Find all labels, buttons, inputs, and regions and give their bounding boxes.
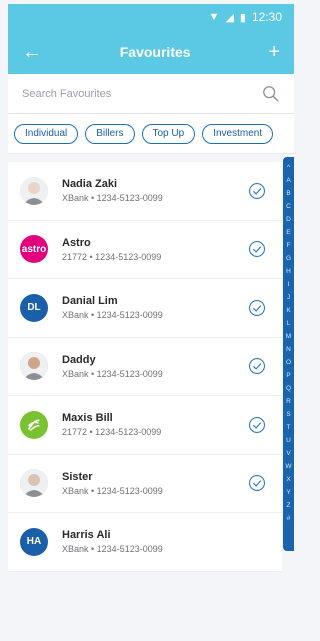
contact-info: Nadia Zaki XBank • 1234-5123-0099 [62,178,248,203]
list-item[interactable]: Sister XBank • 1234-5123-0099 [8,455,282,513]
contact-name: Sister [62,470,93,483]
wifi-icon: ▼ [208,11,220,23]
contact-account: XBank • 1234-5123-0099 [62,485,163,496]
alphabet-letter[interactable]: E [286,226,290,239]
person-photo-icon [20,469,48,498]
contact-name: Harris Ali [62,529,111,542]
alphabet-letter[interactable]: # [287,512,291,525]
alphabet-letter[interactable]: P [286,369,290,382]
alphabet-letter[interactable]: Q [286,382,291,395]
check-circle-icon[interactable] [248,299,266,317]
search-icon[interactable] [262,85,280,103]
contact-name: Astro [62,236,91,249]
battery-icon: ▮ [239,11,246,24]
list-item[interactable]: Nadia Zaki XBank • 1234-5123-0099 [8,162,282,221]
list-item[interactable]: HA Harris Ali XBank • 1234-5123-0099 [8,513,282,572]
alphabet-letter[interactable]: X [286,473,290,486]
alphabet-letter[interactable]: F [287,239,291,252]
contact-info: Harris Ali XBank • 1234-5123-0099 [62,529,272,554]
alphabet-letter[interactable]: W [285,460,291,473]
alphabet-letter[interactable]: M [286,330,291,343]
check-circle-icon[interactable] [248,182,266,200]
alphabet-letter[interactable]: B [286,187,290,200]
page-title: Favourites [119,44,191,60]
alphabet-letter[interactable]: N [286,343,291,356]
contact-account: XBank • 1234-5123-0099 [62,368,163,379]
favourites-list: Nadia Zaki XBank • 1234-5123-0099 astro Ast… [8,162,282,572]
check-circle-icon[interactable] [248,416,266,434]
check-circle-icon[interactable] [248,240,266,258]
filter-chip-topup[interactable]: Top Up [141,123,196,144]
alphabet-letter[interactable]: K [286,304,290,317]
alphabet-letter[interactable]: V [286,447,290,460]
contact-account: XBank • 1234-5123-0099 [62,310,163,321]
check-circle-icon[interactable] [248,474,266,492]
contact-account: XBank • 1234-5123-0099 [62,544,163,555]
filter-chip-individual[interactable]: Individual [14,123,79,144]
search-bar [8,74,294,114]
contact-info: Danial Lim XBank • 1234-5123-0099 [62,295,248,320]
photo-avatar [20,176,48,205]
contact-account: XBank • 1234-5123-0099 [62,193,163,204]
list-item[interactable]: DL Danial Lim XBank • 1234-5123-0099 [8,279,282,338]
alphabet-letter[interactable]: U [286,434,291,447]
status-bar: ▼ ◢ ▮ 12:30 [8,4,294,30]
logo-avatar: astro [20,235,48,264]
list-item[interactable]: astro Astro 21772 • 1234-5123-0099 [8,221,282,279]
alphabet-letter[interactable]: O [286,356,291,369]
alphabet-index[interactable]: ^ A B C D E F G H I J K L M N O P Q R S T U V W X Y Z # [283,157,294,551]
check-circle-icon[interactable] [248,357,266,375]
alphabet-letter[interactable]: L [287,317,291,330]
initials-avatar: DL [20,293,48,322]
alphabet-letter[interactable]: C [286,200,291,213]
alphabet-letter[interactable]: S [286,408,290,421]
contact-info: Astro 21772 • 1234-5123-0099 [62,237,248,262]
alphabet-letter[interactable]: Z [287,499,291,512]
filter-chip-investment[interactable]: Investment [202,123,274,144]
initials-avatar: HA [20,527,48,556]
contact-info: Daddy XBank • 1234-5123-0099 [62,354,248,379]
contact-name: Danial Lim [62,295,118,308]
alphabet-letter[interactable]: Y [286,486,290,499]
contact-name: Maxis Bill [62,412,113,425]
alphabet-letter[interactable]: G [286,252,291,265]
add-favourite-button[interactable]: + [268,42,280,62]
alphabet-letter[interactable]: H [286,265,291,278]
logo-avatar [20,410,48,439]
contact-account: 21772 • 1234-5123-0099 [62,251,162,262]
alphabet-letter[interactable]: R [286,395,291,408]
maxis-logo-icon [27,419,40,431]
alphabet-letter[interactable]: T [287,421,291,434]
photo-avatar [20,352,48,381]
filter-chip-billers[interactable]: Billers [85,123,135,144]
back-arrow-icon[interactable]: ← [22,42,42,62]
app-bar: ← Favourites + [8,30,294,74]
phone-screen: ▼ ◢ ▮ 12:30 ← Favourites + Individual Bi… [0,0,294,641]
alphabet-letter[interactable]: I [288,278,290,291]
alphabet-letter[interactable]: D [286,213,291,226]
contact-name: Nadia Zaki [62,178,118,191]
list-item[interactable]: Maxis Bill 21772 • 1234-5123-0099 [8,396,282,455]
signal-icon: ◢ [225,11,234,24]
status-time: 12:30 [251,10,282,24]
list-item[interactable]: Daddy XBank • 1234-5123-0099 [8,338,282,396]
contact-name: Daddy [62,353,96,366]
person-photo-icon [20,176,48,205]
contact-info: Sister XBank • 1234-5123-0099 [62,471,248,496]
contact-account: 21772 • 1234-5123-0099 [62,427,162,438]
search-input[interactable] [22,87,262,100]
alphabet-letter[interactable]: J [287,291,290,304]
alphabet-letter[interactable]: ^ [287,161,290,174]
contact-info: Maxis Bill 21772 • 1234-5123-0099 [62,412,248,437]
alphabet-letter[interactable]: A [286,174,290,187]
person-photo-icon [20,352,48,381]
filter-chips: Individual Billers Top Up Investment [8,114,294,154]
photo-avatar [20,469,48,498]
